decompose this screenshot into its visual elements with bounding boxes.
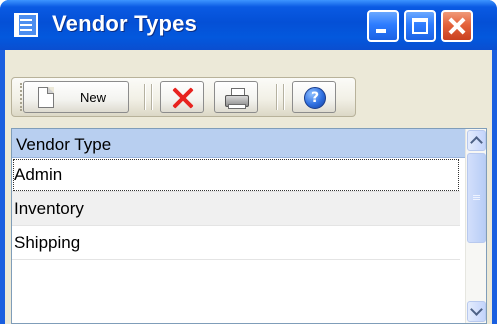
list-item-label: Inventory <box>14 199 84 218</box>
title-bar[interactable]: Vendor Types <box>0 0 497 50</box>
maximize-button[interactable] <box>404 10 436 42</box>
app-list-icon[interactable] <box>14 13 38 37</box>
scroll-thumb[interactable] <box>467 153 486 243</box>
toolbar-separator <box>151 84 152 110</box>
toolbar: New ? <box>11 77 356 117</box>
scroll-down-button[interactable] <box>467 301 486 322</box>
list-item-label: Admin <box>14 165 63 184</box>
close-button[interactable] <box>441 10 473 42</box>
vendor-type-list[interactable]: Vendor Type Admin Inventory Shipping <box>11 128 487 324</box>
help-button[interactable]: ? <box>292 81 336 113</box>
delete-button[interactable] <box>160 81 204 113</box>
help-icon: ? <box>304 87 326 109</box>
window-title: Vendor Types <box>52 11 198 36</box>
list-item[interactable]: Admin <box>12 158 460 192</box>
list-item[interactable]: Shipping <box>12 226 460 260</box>
delete-x-icon <box>170 85 196 111</box>
maximize-icon <box>412 18 428 34</box>
new-button[interactable]: New <box>23 81 129 113</box>
vendor-types-window: Vendor Types New ? Vendor Type Admin Inv… <box>0 0 497 324</box>
column-header-label: Vendor Type <box>16 135 112 154</box>
column-header-vendor-type[interactable]: Vendor Type <box>12 129 465 158</box>
vertical-scrollbar[interactable] <box>465 129 486 323</box>
scroll-up-button[interactable] <box>467 130 486 151</box>
client-area: New ? Vendor Type Admin Inventory Shippi… <box>5 50 492 324</box>
new-document-icon <box>38 87 54 108</box>
toolbar-separator <box>283 84 284 110</box>
minimize-button[interactable] <box>367 10 399 42</box>
printer-icon <box>225 88 249 109</box>
close-icon <box>443 12 471 40</box>
toolbar-separator <box>144 84 145 110</box>
list-item-label: Shipping <box>14 233 81 252</box>
new-button-label: New <box>80 90 107 105</box>
list-item[interactable]: Inventory <box>12 192 460 226</box>
toolbar-separator <box>276 84 277 110</box>
minimize-icon <box>376 29 386 33</box>
print-button[interactable] <box>214 81 258 113</box>
